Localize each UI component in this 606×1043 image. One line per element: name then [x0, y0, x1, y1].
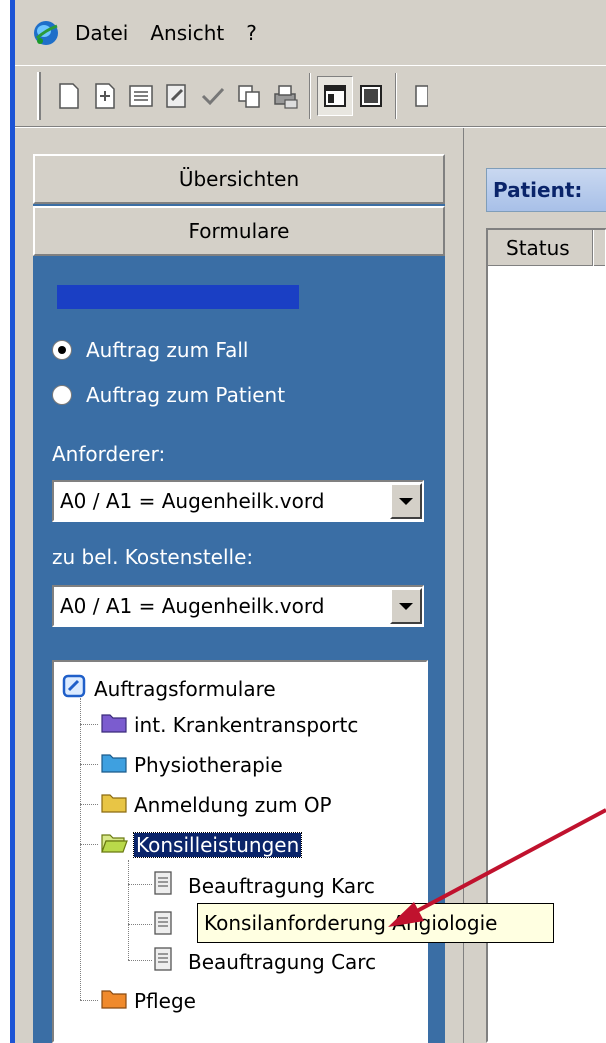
folder-open-icon [100, 830, 128, 859]
radio-auftrag-patient[interactable]: Auftrag zum Patient [52, 383, 285, 407]
document-icon [152, 946, 174, 977]
tree-folder-label: int. Krankentransportc [134, 712, 359, 737]
copy-icon[interactable] [231, 76, 267, 116]
redacted-case-label [57, 285, 299, 309]
tree-document[interactable] [152, 910, 174, 941]
edit-form-icon[interactable] [159, 76, 195, 116]
print-icon[interactable] [267, 76, 303, 116]
tree-folder-label: Konsilleistungen [132, 831, 303, 858]
form-root-icon [60, 672, 88, 705]
tree-connector [128, 884, 152, 885]
costcenter-value: A0 / A1 = Augenheilk.vord [60, 594, 325, 618]
folder-icon [100, 790, 128, 819]
radio-label: Auftrag zum Patient [86, 383, 286, 407]
document-icon [152, 870, 174, 901]
tree-document-label: Beauftragung Carc [188, 949, 377, 974]
tree-folder[interactable]: int. Krankentransportc [100, 710, 358, 739]
chevron-down-icon[interactable] [390, 483, 422, 519]
tree-folder-label: Pflege [134, 988, 196, 1013]
tab-formulare[interactable]: Formulare [33, 206, 445, 256]
requester-select[interactable]: A0 / A1 = Augenheilk.vord [52, 480, 424, 522]
form-tree[interactable]: Auftragsformulare int. Krankentransportc… [52, 660, 428, 1043]
tree-connector [80, 804, 98, 805]
more-toolbar-icon[interactable] [403, 76, 439, 116]
folder-icon [100, 710, 128, 739]
column-separator[interactable] [592, 230, 594, 266]
grid-header: Status [488, 230, 605, 266]
costcenter-label: zu bel. Kostenstelle: [52, 545, 254, 569]
radio-auftrag-fall[interactable]: Auftrag zum Fall [52, 338, 248, 362]
toolbar-separator [395, 73, 397, 119]
tab-uebersichten[interactable]: Übersichten [33, 154, 445, 204]
tree-folder[interactable]: Pflege [100, 986, 196, 1015]
tree-connector [80, 698, 81, 1000]
tree-connector [80, 1000, 98, 1001]
radio-checked-icon[interactable] [52, 340, 72, 360]
single-view-icon[interactable] [353, 76, 389, 116]
tree-root-label: Auftragsformulare [94, 676, 276, 701]
tree-folder-label: Anmeldung zum OP [134, 792, 332, 817]
column-status[interactable]: Status [506, 236, 570, 260]
tree-tooltip: Konsilanforderung Angiologie [197, 903, 554, 943]
tree-document[interactable]: Beauftragung Carc [152, 946, 376, 977]
requester-label: Anforderer: [52, 442, 166, 466]
tree-folder[interactable]: Physiotherapie [100, 750, 283, 779]
menu-help[interactable]: ? [246, 21, 257, 45]
new-document-icon[interactable] [51, 76, 87, 116]
tree-connector [128, 924, 152, 925]
folder-icon [100, 750, 128, 779]
tree-folder-label: Physiotherapie [134, 752, 283, 777]
tree-folder-selected[interactable]: Konsilleistungen [100, 830, 303, 859]
add-document-icon[interactable] [87, 76, 123, 116]
costcenter-select[interactable]: A0 / A1 = Augenheilk.vord [52, 585, 424, 627]
patient-header: Patient: [486, 168, 606, 212]
tree-connector [80, 764, 98, 765]
toolbar-grip[interactable] [37, 72, 41, 120]
globe-icon[interactable] [31, 18, 61, 48]
check-icon[interactable] [195, 76, 231, 116]
list-form-icon[interactable] [123, 76, 159, 116]
tree-folder[interactable]: Anmeldung zum OP [100, 790, 332, 819]
toolbar-separator [309, 73, 311, 119]
split-view-icon[interactable] [317, 76, 353, 116]
tree-connector [80, 724, 98, 725]
tree-root[interactable]: Auftragsformulare [60, 672, 276, 705]
menu-datei[interactable]: Datei [75, 21, 128, 45]
tree-connector [128, 860, 129, 960]
document-icon [152, 910, 174, 941]
toolbar [15, 65, 606, 127]
radio-label: Auftrag zum Fall [86, 338, 249, 362]
folder-icon [100, 986, 128, 1015]
chevron-down-icon[interactable] [390, 588, 422, 624]
requester-value: A0 / A1 = Augenheilk.vord [60, 489, 325, 513]
tree-document[interactable]: Beauftragung Karc [152, 870, 375, 901]
menubar: Datei Ansicht ? [15, 0, 606, 65]
menu-ansicht[interactable]: Ansicht [150, 21, 224, 45]
radio-unchecked-icon[interactable] [52, 385, 72, 405]
tree-document-label: Beauftragung Karc [188, 873, 375, 898]
tree-connector [80, 844, 98, 845]
tree-connector [128, 960, 152, 961]
